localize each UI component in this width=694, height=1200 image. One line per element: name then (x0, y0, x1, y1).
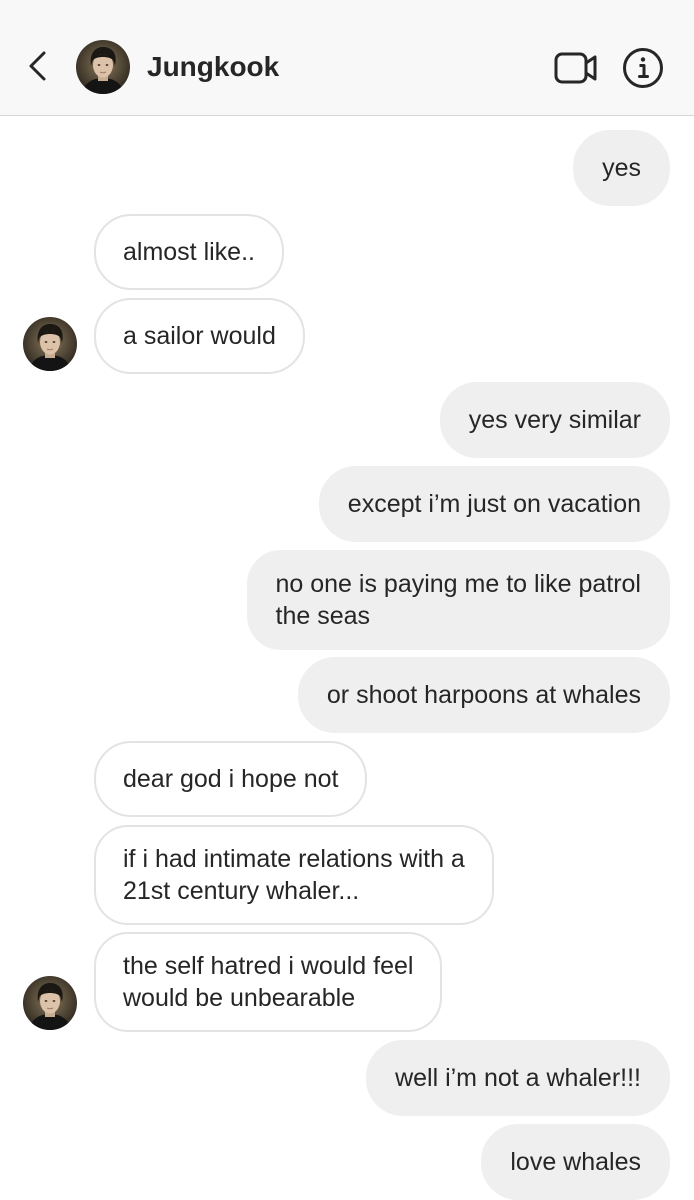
outgoing-message[interactable]: yes (573, 130, 670, 206)
message-text: yes very similar (468, 406, 641, 434)
incoming-message[interactable]: almost like.. (94, 214, 284, 290)
incoming-message[interactable]: if i had intimate relations with a 21st … (94, 825, 494, 925)
back-button[interactable] (20, 46, 52, 86)
message-text: yes (602, 154, 641, 182)
info-button[interactable] (621, 46, 665, 90)
message-text: well i’m not a whaler!!! (395, 1064, 641, 1092)
message-text: almost like.. (123, 238, 255, 266)
message-text: no one is paying me to like patrol (275, 570, 642, 598)
outgoing-message[interactable]: no one is paying me to like patrol the s… (246, 550, 670, 650)
outgoing-message[interactable]: well i’m not a whaler!!! (366, 1040, 670, 1116)
message-text: a sailor would (123, 322, 276, 350)
sender-avatar[interactable] (23, 317, 77, 371)
incoming-message[interactable]: a sailor would (94, 298, 305, 374)
outgoing-message[interactable]: love whales (481, 1124, 670, 1200)
message-text: love whales (510, 1148, 641, 1176)
sender-avatar[interactable] (23, 976, 77, 1030)
message-text: the self hatred i would feel (123, 952, 414, 980)
video-camera-icon (554, 52, 597, 84)
message-text: or shoot harpoons at whales (326, 681, 641, 709)
message-text: except i’m just on vacation (347, 490, 641, 518)
outgoing-message[interactable]: yes very similar (439, 382, 670, 458)
message-text: the seas (275, 602, 371, 630)
message-text: if i had intimate relations with a (123, 845, 465, 873)
incoming-message[interactable]: the self hatred i would feel would be un… (94, 932, 443, 1032)
outgoing-message[interactable]: except i’m just on vacation (318, 466, 670, 542)
message-text: dear god i hope not (123, 765, 339, 793)
contact-avatar[interactable] (76, 40, 130, 94)
message-text: would be unbearable (123, 984, 356, 1012)
chevron-left-icon (29, 51, 46, 81)
video-call-button[interactable] (553, 48, 599, 88)
info-circle-icon (623, 48, 663, 88)
message-text: 21st century whaler... (123, 877, 360, 905)
incoming-message[interactable]: dear god i hope not (94, 741, 368, 817)
chat-header: Jungkook (0, 0, 694, 116)
contact-name[interactable]: Jungkook (147, 50, 279, 84)
outgoing-message[interactable]: or shoot harpoons at whales (297, 657, 670, 733)
